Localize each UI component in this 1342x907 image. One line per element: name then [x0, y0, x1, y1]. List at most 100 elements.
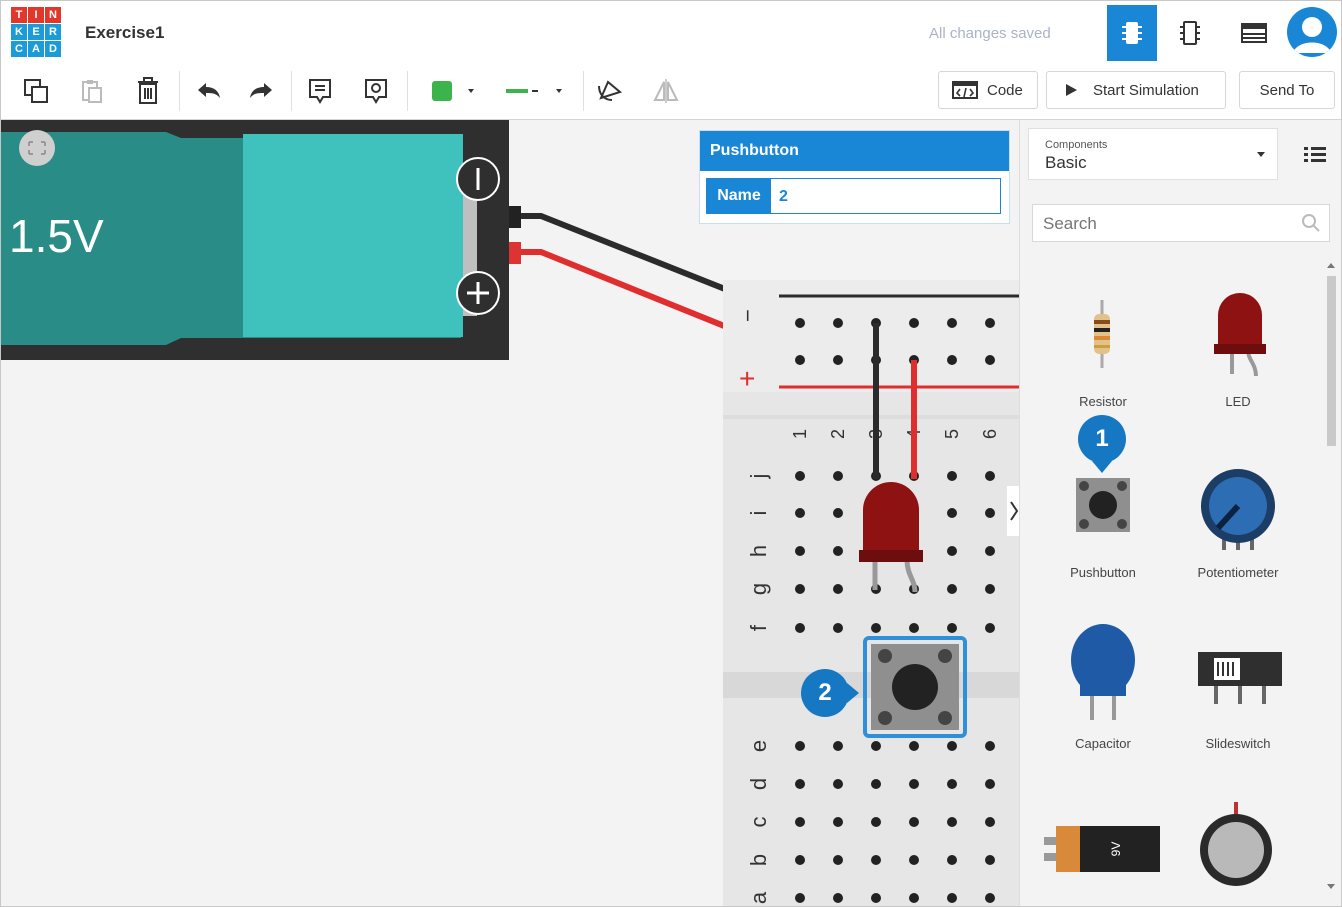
tinkercad-logo[interactable]: TIN KER CAD	[11, 7, 61, 57]
breadboard-hole[interactable]	[833, 855, 843, 865]
project-title[interactable]: Exercise1	[85, 23, 164, 43]
breadboard-hole[interactable]	[947, 546, 957, 556]
breadboard-hole[interactable]	[985, 779, 995, 789]
color-picker[interactable]	[419, 73, 489, 109]
breadboard-hole[interactable]	[909, 893, 919, 903]
search-icon[interactable]	[1301, 213, 1321, 233]
circuit-canvas[interactable]: 1.5V − + 123456 jihgfedcba	[1, 120, 1019, 906]
breadboard-hole[interactable]	[985, 355, 995, 365]
breadboard-hole[interactable]	[871, 817, 881, 827]
breadboard-hole[interactable]	[833, 508, 843, 518]
redo-button[interactable]	[245, 73, 279, 109]
breadboard-hole[interactable]	[985, 741, 995, 751]
wire-style-picker[interactable]	[497, 73, 577, 109]
flip-button[interactable]	[649, 73, 683, 109]
send-to-button[interactable]: Send To	[1239, 71, 1335, 109]
breadboard-hole[interactable]	[947, 779, 957, 789]
breadboard-hole[interactable]	[985, 584, 995, 594]
breadboard-hole[interactable]	[947, 817, 957, 827]
breadboard-hole[interactable]	[947, 355, 957, 365]
breadboard-hole[interactable]	[795, 817, 805, 827]
breadboard-hole[interactable]	[795, 508, 805, 518]
copy-button[interactable]	[19, 73, 53, 109]
breadboard-hole[interactable]	[795, 546, 805, 556]
breadboard-hole[interactable]	[795, 855, 805, 865]
breadboard-hole[interactable]	[795, 741, 805, 751]
pushbutton-component[interactable]	[1076, 478, 1130, 532]
battery-9v-component[interactable]	[1044, 826, 1160, 872]
components-category-select[interactable]: Components Basic	[1028, 128, 1278, 180]
breadboard-hole[interactable]	[833, 318, 843, 328]
breadboard-hole[interactable]	[833, 741, 843, 751]
undo-button[interactable]	[191, 73, 225, 109]
code-button[interactable]: Code	[938, 71, 1038, 109]
breadboard-hole[interactable]	[795, 471, 805, 481]
breadboard-hole[interactable]	[909, 318, 919, 328]
breadboard-hole[interactable]	[947, 508, 957, 518]
breadboard-hole[interactable]	[833, 355, 843, 365]
breadboard-hole[interactable]	[947, 584, 957, 594]
breadboard-hole[interactable]	[909, 817, 919, 827]
breadboard-hole[interactable]	[795, 318, 805, 328]
breadboard-hole[interactable]	[871, 741, 881, 751]
breadboard-hole[interactable]	[795, 623, 805, 633]
breadboard-hole[interactable]	[795, 355, 805, 365]
name-field[interactable]: Name 2	[706, 178, 1001, 214]
toggle-notes-button[interactable]	[359, 73, 393, 109]
schematic-view-button[interactable]	[1165, 5, 1215, 61]
delete-button[interactable]	[131, 73, 165, 109]
breadboard-hole[interactable]	[947, 623, 957, 633]
breadboard-hole[interactable]	[985, 855, 995, 865]
breadboard-hole[interactable]	[871, 855, 881, 865]
breadboard-hole[interactable]	[947, 318, 957, 328]
breadboard-hole[interactable]	[909, 779, 919, 789]
breadboard-hole[interactable]	[947, 855, 957, 865]
breadboard-hole[interactable]	[985, 471, 995, 481]
breadboard-hole[interactable]	[833, 471, 843, 481]
breadboard-hole[interactable]	[871, 893, 881, 903]
breadboard-hole[interactable]	[833, 817, 843, 827]
breadboard-hole[interactable]	[909, 623, 919, 633]
potentiometer-component[interactable]	[1201, 469, 1275, 550]
breadboard-hole[interactable]	[795, 779, 805, 789]
rotate-button[interactable]	[593, 73, 627, 109]
breadboard-hole[interactable]	[909, 741, 919, 751]
start-simulation-button[interactable]: Start Simulation	[1046, 71, 1226, 109]
list-view-icon[interactable]	[1302, 144, 1328, 164]
breadboard-hole[interactable]	[795, 584, 805, 594]
pushbutton-on-board[interactable]	[863, 636, 967, 738]
breadboard-hole[interactable]	[871, 779, 881, 789]
name-field-value[interactable]: 2	[779, 188, 788, 206]
breadboard-hole[interactable]	[985, 318, 995, 328]
user-avatar[interactable]	[1287, 7, 1337, 57]
breadboard-hole[interactable]	[833, 546, 843, 556]
breadboard-hole[interactable]	[985, 546, 995, 556]
breadboard-hole[interactable]	[947, 893, 957, 903]
component-inspector: Pushbutton Name 2	[699, 130, 1010, 224]
breadboard-hole[interactable]	[833, 584, 843, 594]
panel-scrollbar[interactable]	[1324, 260, 1338, 900]
breadboard-hole[interactable]	[985, 817, 995, 827]
circuit-view-button[interactable]	[1107, 5, 1157, 61]
breadboard-hole[interactable]	[833, 623, 843, 633]
search-input[interactable]	[1033, 205, 1305, 243]
breadboard-hole[interactable]	[985, 623, 995, 633]
led-component[interactable]	[1214, 293, 1266, 377]
component-search[interactable]	[1032, 204, 1330, 243]
slideswitch-component[interactable]	[1198, 652, 1282, 704]
breadboard-hole[interactable]	[909, 855, 919, 865]
breadboard-hole[interactable]	[833, 893, 843, 903]
breadboard-hole[interactable]	[833, 779, 843, 789]
resistor-component[interactable]	[1094, 300, 1110, 368]
breadboard-hole[interactable]	[947, 741, 957, 751]
breadboard-hole[interactable]	[985, 893, 995, 903]
breadboard-hole[interactable]	[871, 623, 881, 633]
paste-button[interactable]	[75, 73, 109, 109]
notes-button[interactable]	[303, 73, 337, 109]
capacitor-component[interactable]	[1071, 624, 1135, 720]
breadboard-hole[interactable]	[947, 471, 957, 481]
breadboard-hole[interactable]	[985, 508, 995, 518]
breadboard-hole[interactable]	[795, 893, 805, 903]
coin-cell-component[interactable]	[1200, 802, 1272, 886]
component-list-button[interactable]	[1229, 5, 1279, 61]
